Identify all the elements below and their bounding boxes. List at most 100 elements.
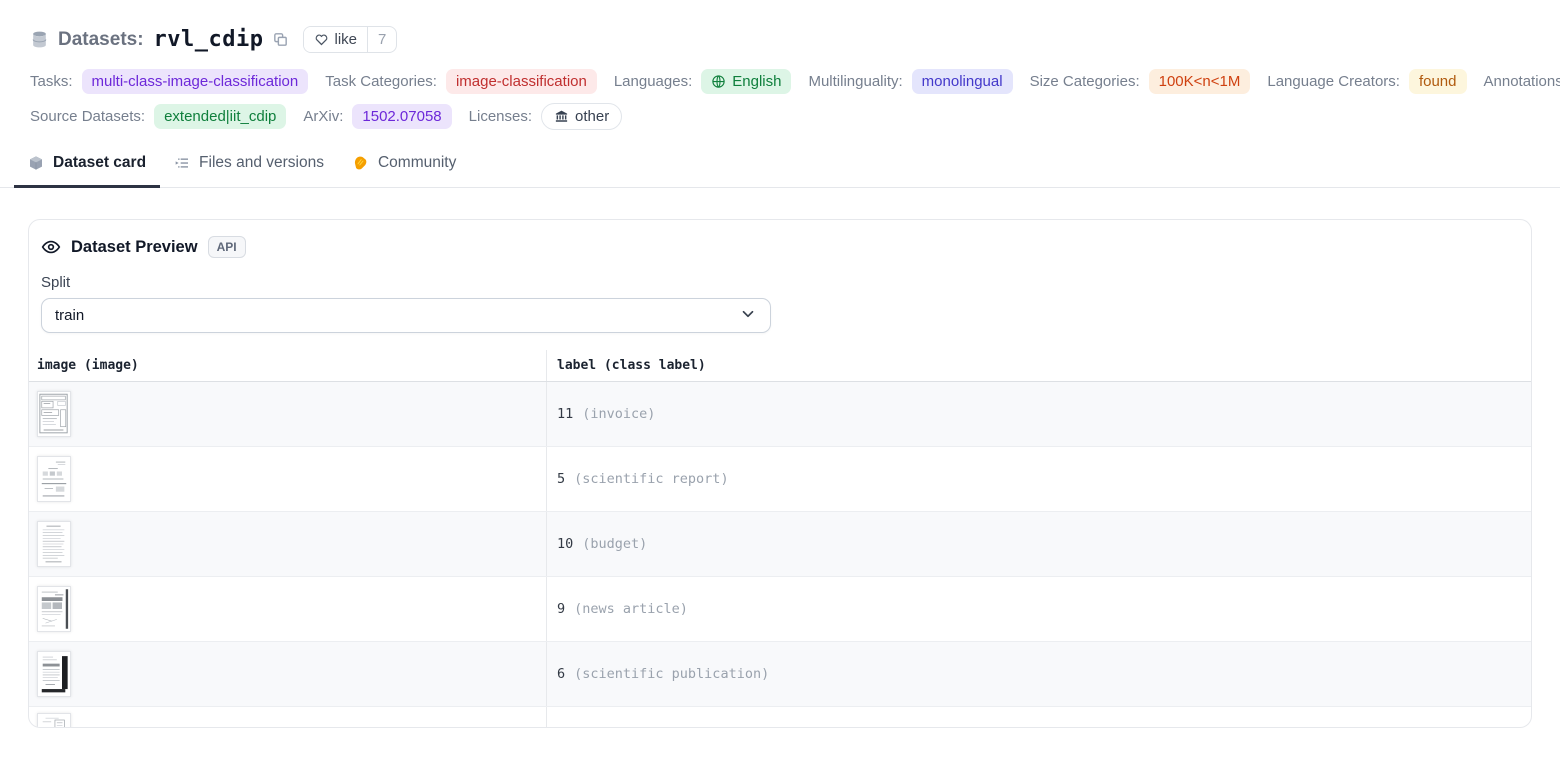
label-id: 5 xyxy=(557,471,565,487)
tag-label: Multilinguality: xyxy=(808,73,902,90)
like-label: like xyxy=(335,31,358,48)
table-body: 11 (invoice) 5 (scientific report) 10 (b… xyxy=(29,382,1531,728)
tab-dataset-card[interactable]: Dataset card xyxy=(14,154,160,188)
tag-group: ArXiv: 1502.07058 xyxy=(303,104,451,129)
table-row: 10 (budget) xyxy=(29,512,1531,577)
label-id: 11 xyxy=(557,406,573,422)
tag-pill-text: 1502.07058 xyxy=(362,106,441,127)
tag-pill-text: extended|iit_cdip xyxy=(164,106,276,127)
tag-pill[interactable]: 1502.07058 xyxy=(352,104,451,129)
tab-bar: Dataset card Files and versions Communit… xyxy=(0,154,1560,188)
preview-card-top: Dataset Preview API Split train xyxy=(29,220,1531,333)
breadcrumb-datasets-label[interactable]: Datasets: xyxy=(58,29,144,51)
tab-label: Dataset card xyxy=(53,154,146,172)
label-name: (news article) xyxy=(574,601,688,617)
label-cell: 5 (scientific report) xyxy=(547,447,1531,511)
split-select[interactable]: train xyxy=(41,298,771,333)
tag-label: ArXiv: xyxy=(303,108,343,125)
image-cell xyxy=(29,447,547,511)
chevron-down-icon xyxy=(739,305,757,327)
tag-row-2: Source Datasets: extended|iit_cdip ArXiv… xyxy=(30,103,1530,130)
tag-label: Licenses: xyxy=(469,108,532,125)
tag-label: Source Datasets: xyxy=(30,108,145,125)
globe-icon xyxy=(711,74,726,89)
label-name: (scientific report) xyxy=(574,471,728,487)
tag-group: Licenses: other xyxy=(469,103,623,130)
column-header-image: image (image) xyxy=(29,350,547,381)
community-icon xyxy=(352,155,369,172)
tag-label: Language Creators: xyxy=(1267,73,1400,90)
table-row: 5 (scientific report) xyxy=(29,447,1531,512)
bank-icon xyxy=(554,109,569,124)
tag-group: Source Datasets: extended|iit_cdip xyxy=(30,104,286,129)
label-name: (budget) xyxy=(582,536,647,552)
image-cell xyxy=(29,512,547,576)
preview-header: Dataset Preview API xyxy=(41,236,1519,258)
api-badge[interactable]: API xyxy=(208,236,246,258)
cube-icon xyxy=(28,155,44,171)
tag-label: Annotations Creators: xyxy=(1484,73,1560,90)
tag-group: Multilinguality: monolingual xyxy=(808,69,1012,94)
tab-community[interactable]: Community xyxy=(338,154,470,188)
news-article-document-thumbnail[interactable] xyxy=(37,586,71,632)
tag-pill-text: image-classification xyxy=(456,71,587,92)
tag-pill-text: monolingual xyxy=(922,71,1003,92)
label-name: (invoice) xyxy=(582,406,655,422)
like-count[interactable]: 7 xyxy=(367,27,396,52)
column-header-label: label (class label) xyxy=(547,350,1531,381)
tag-group: Annotations Creators: found xyxy=(1484,69,1560,94)
label-cell: 6 (scientific publication) xyxy=(547,642,1531,706)
scientific-publication-document-thumbnail[interactable] xyxy=(37,651,71,697)
image-cell xyxy=(29,382,547,446)
table-row: 6 (scientific publication) xyxy=(29,642,1531,707)
heart-icon xyxy=(314,32,329,47)
page-header: Datasets: rvl_cdip like 7 Tasks: multi-c… xyxy=(0,0,1560,130)
partial-document-thumbnail[interactable] xyxy=(37,713,71,728)
tag-group: Languages: English xyxy=(614,69,792,94)
budget-document-thumbnail[interactable] xyxy=(37,521,71,567)
label-id: 10 xyxy=(557,536,573,552)
database-icon xyxy=(30,30,49,49)
invoice-document-thumbnail[interactable] xyxy=(37,391,71,437)
tag-label: Tasks: xyxy=(30,73,73,90)
dataset-preview-card: Dataset Preview API Split train image (i… xyxy=(28,219,1532,728)
tag-pill[interactable]: multi-class-image-classification xyxy=(82,69,309,94)
tag-pill-text: other xyxy=(575,106,609,127)
tag-group: Tasks: multi-class-image-classification xyxy=(30,69,308,94)
tag-group: Task Categories: image-classification xyxy=(325,69,597,94)
tag-pill[interactable]: 100K<n<1M xyxy=(1149,69,1251,94)
tag-label: Languages: xyxy=(614,73,692,90)
tag-label: Task Categories: xyxy=(325,73,437,90)
tab-label: Community xyxy=(378,154,456,172)
label-cell: 10 (budget) xyxy=(547,512,1531,576)
image-cell xyxy=(29,707,547,728)
image-cell xyxy=(29,577,547,641)
tag-pill[interactable]: other xyxy=(541,103,622,130)
tag-pill-text: found xyxy=(1419,71,1457,92)
label-cell: 9 (news article) xyxy=(547,577,1531,641)
tag-pill[interactable]: found xyxy=(1409,69,1467,94)
label-cell xyxy=(547,707,1531,728)
preview-title: Dataset Preview xyxy=(71,238,198,257)
versions-icon xyxy=(174,155,190,171)
split-label: Split xyxy=(41,274,1519,291)
like-button-group: like 7 xyxy=(303,26,398,53)
tag-pill[interactable]: extended|iit_cdip xyxy=(154,104,286,129)
tag-pill[interactable]: English xyxy=(701,69,791,94)
tag-pill-text: multi-class-image-classification xyxy=(92,71,299,92)
tag-label: Size Categories: xyxy=(1030,73,1140,90)
table-row xyxy=(29,707,1531,728)
tab-label: Files and versions xyxy=(199,154,324,172)
label-cell: 11 (invoice) xyxy=(547,382,1531,446)
copy-icon[interactable] xyxy=(272,31,289,48)
tab-files-and-versions[interactable]: Files and versions xyxy=(160,154,338,188)
table-row: 11 (invoice) xyxy=(29,382,1531,447)
preview-table: image (image) label (class label) 11 (in… xyxy=(29,350,1531,728)
split-selected-value: train xyxy=(55,307,84,324)
tag-pill[interactable]: image-classification xyxy=(446,69,597,94)
label-name: (scientific publication) xyxy=(574,666,769,682)
label-id: 9 xyxy=(557,601,565,617)
scientific-report-document-thumbnail[interactable] xyxy=(37,456,71,502)
like-button[interactable]: like xyxy=(304,27,368,52)
tag-pill[interactable]: monolingual xyxy=(912,69,1013,94)
